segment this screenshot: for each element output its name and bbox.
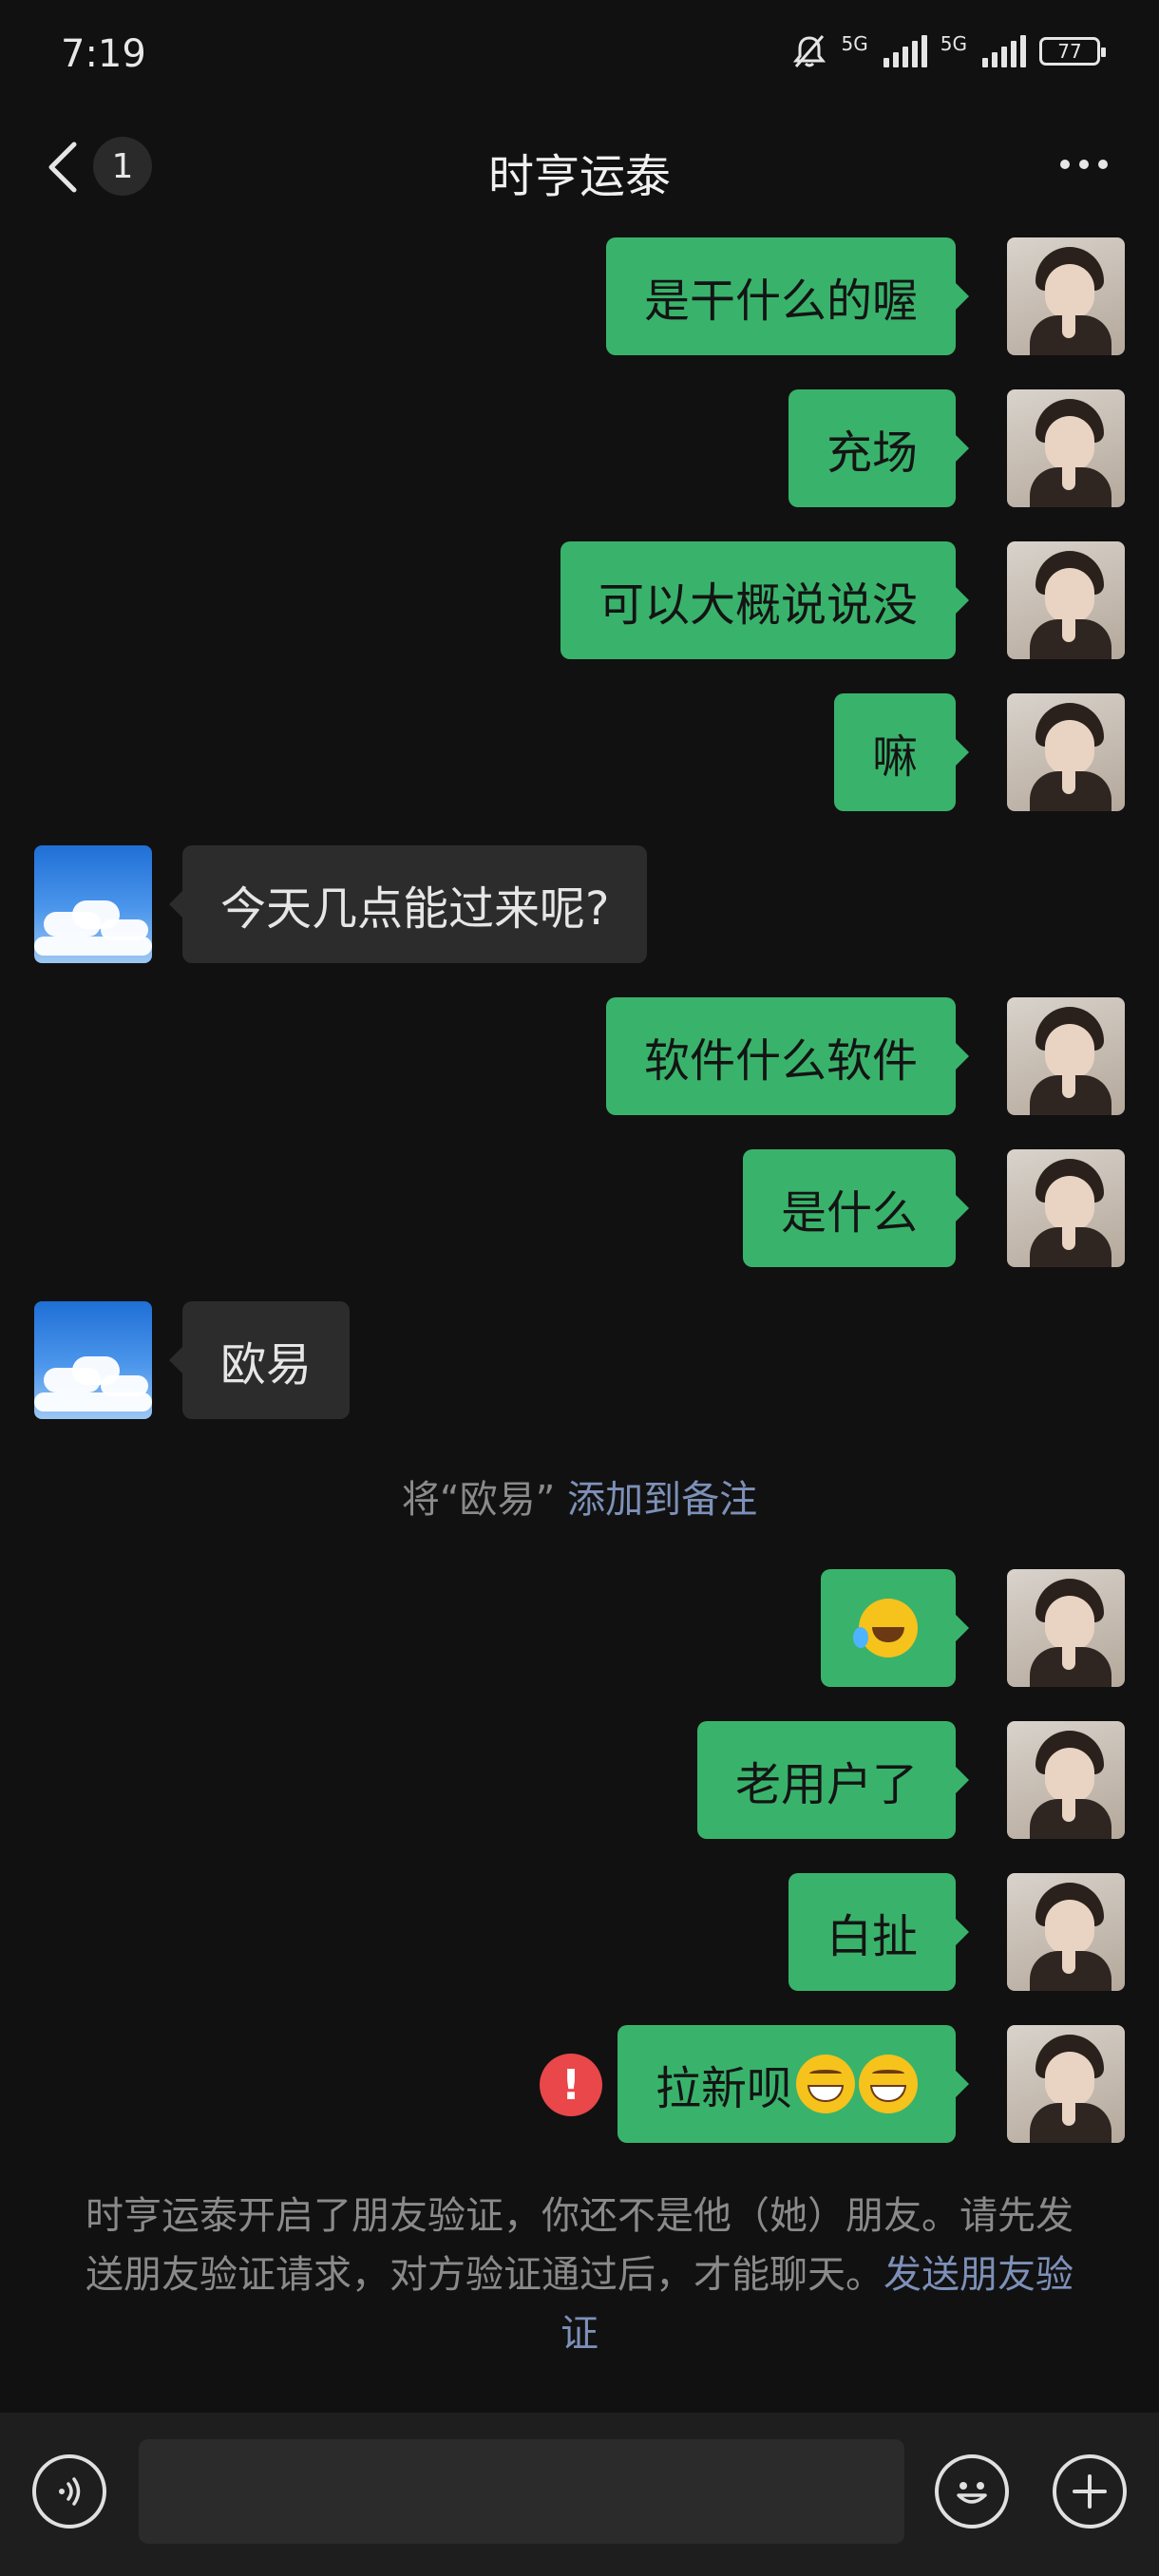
outgoing-bubble[interactable]: 是干什么的喔 [605,237,970,355]
battery-level: 77 [1057,40,1082,63]
my-avatar[interactable] [1007,1569,1125,1687]
contact-avatar[interactable] [34,845,152,963]
send-failed-icon[interactable]: ! [540,2054,602,2116]
my-avatar[interactable] [1007,237,1125,355]
laugh-cry-emoji-icon [853,1599,918,1657]
outgoing-bubble[interactable] [821,1569,969,1687]
grin-emoji-icon [796,2055,855,2113]
signal-icon-2 [982,35,1026,67]
status-bar: 7:19 5G 5G 77 [0,0,1159,114]
incoming-bubble[interactable]: 欧易 [168,1301,351,1419]
remark-hint-text: 将“欧易” [401,1478,556,1522]
message-row: 充场 [788,389,970,507]
add-remark-link[interactable]: 添加到备注 [567,1478,757,1522]
message-row: 软件什么软件 [605,997,970,1115]
outgoing-bubble[interactable]: 嘛 [833,693,970,811]
my-avatar[interactable] [1007,1873,1125,1991]
message-row: 是干什么的喔 [605,237,970,355]
network-label-2: 5G [940,32,967,55]
outgoing-bubble[interactable]: 可以大概说说没 [560,541,970,659]
status-time: 7:19 [61,32,146,76]
my-avatar[interactable] [1007,997,1125,1115]
plus-button[interactable] [1053,2454,1127,2529]
emoji-button[interactable] [935,2454,1009,2529]
network-label-1: 5G [841,32,868,55]
plus-icon [1073,2474,1107,2509]
message-row: 欧易 [168,1301,351,1419]
message-row: 可以大概说说没 [560,541,970,659]
outgoing-bubble[interactable]: 充场 [788,389,970,507]
outgoing-bubble[interactable]: 白扯 [788,1873,970,1991]
grin-emoji-icon [859,2055,918,2113]
message-row: 老用户了 [696,1721,970,1839]
status-icons: 5G 5G 77 [790,32,1106,70]
outgoing-bubble[interactable]: 老用户了 [696,1721,970,1839]
outgoing-bubble[interactable]: 是什么 [742,1149,970,1267]
message-row: 是什么 [742,1149,970,1267]
my-avatar[interactable] [1007,541,1125,659]
outgoing-bubble[interactable]: 拉新呗 [617,2025,970,2143]
remark-hint: 将“欧易” 添加到备注 [0,1468,1159,1524]
outgoing-bubble[interactable]: 软件什么软件 [605,997,970,1115]
incoming-bubble[interactable]: 今天几点能过来呢? [168,845,648,963]
my-avatar[interactable] [1007,693,1125,811]
mute-bell-icon [792,35,826,67]
my-avatar[interactable] [1007,1721,1125,1839]
chat-title: 时亨运泰 [487,150,671,203]
my-avatar[interactable] [1007,1149,1125,1267]
message-row: 白扯 [788,1873,970,1991]
input-bar [0,2413,1159,2576]
signal-icon-1 [883,35,927,67]
more-icon[interactable] [1060,160,1108,169]
message-row: 嘛 [833,693,970,811]
voice-button[interactable] [32,2454,106,2529]
message-text: 拉新呗 [655,2062,792,2115]
emoji-icon [957,2482,987,2504]
battery-icon: 77 [1039,37,1106,66]
my-avatar[interactable] [1007,389,1125,507]
my-avatar[interactable] [1007,2025,1125,2143]
message-row [821,1569,969,1687]
contact-avatar[interactable] [34,1301,152,1419]
message-row: 今天几点能过来呢? [168,845,648,963]
message-row: 拉新呗 [617,2025,970,2143]
message-input[interactable] [139,2439,904,2544]
voice-icon [59,2477,81,2506]
verification-notice: 时亨运泰开启了朋友验证，你还不是他（她）朋友。请先发送朋友验证请求，对方验证通过… [86,2187,1074,2363]
